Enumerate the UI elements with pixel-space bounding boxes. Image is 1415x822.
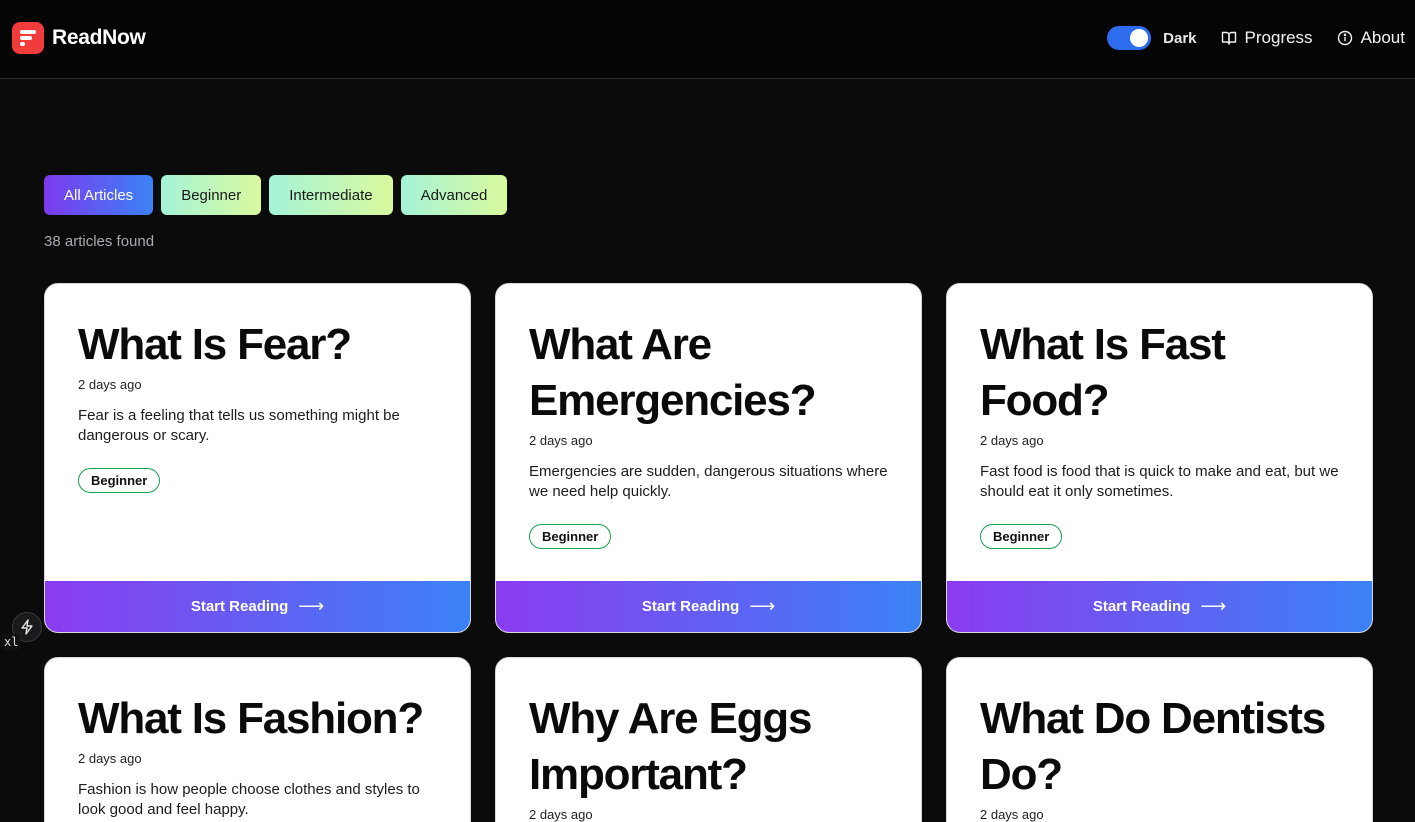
top-nav: Dark Progress About — [1107, 26, 1405, 50]
article-date: 2 days ago — [78, 377, 142, 392]
readnow-logo-icon — [12, 22, 44, 54]
brand[interactable]: ReadNow — [12, 22, 146, 54]
results-count: 38 articles found — [44, 233, 155, 250]
article-card[interactable]: What Is Fast Food? 2 days ago Fast food … — [946, 283, 1373, 633]
arrow-right-icon: ⟶ — [1200, 596, 1227, 616]
arrow-right-icon: ⟶ — [298, 596, 325, 616]
theme-toggle[interactable] — [1107, 26, 1152, 50]
article-card[interactable]: What Do Dentists Do? 2 days ago — [946, 657, 1373, 822]
level-badge: Beginner — [980, 524, 1063, 549]
level-badge: Beginner — [78, 468, 161, 493]
brand-name: ReadNow — [52, 26, 146, 49]
filter-advanced[interactable]: Advanced — [400, 175, 508, 215]
filter-all-articles[interactable]: All Articles — [44, 175, 154, 215]
article-date: 2 days ago — [529, 433, 593, 448]
start-reading-label: Start Reading — [641, 598, 740, 615]
article-date: 2 days ago — [529, 807, 593, 822]
nav-progress-link[interactable]: Progress — [1221, 28, 1313, 48]
filter-beginner[interactable]: Beginner — [161, 175, 262, 215]
start-reading-button[interactable]: Start Reading ⟶ — [45, 581, 470, 632]
article-date: 2 days ago — [78, 751, 142, 766]
lightning-icon — [21, 619, 33, 635]
header: ReadNow Dark Progress About — [0, 0, 1415, 79]
article-description: Emergencies are sudden, dangerous situat… — [529, 463, 888, 500]
article-card[interactable]: What Is Fear? 2 days ago Fear is a feeli… — [44, 283, 471, 633]
start-reading-label: Start Reading — [1092, 598, 1191, 615]
theme-toggle-label: Dark — [1163, 29, 1197, 47]
info-icon — [1337, 30, 1352, 46]
toggle-knob — [1130, 29, 1149, 47]
article-title[interactable]: What Do Dentists Do? — [980, 691, 1340, 803]
article-description: Fear is a feeling that tells us somethin… — [78, 407, 400, 444]
article-card[interactable]: Why Are Eggs Important? 2 days ago — [495, 657, 922, 822]
level-filters: All Articles Beginner Intermediate Advan… — [44, 175, 515, 215]
start-reading-button[interactable]: Start Reading ⟶ — [947, 581, 1372, 632]
article-date: 2 days ago — [980, 433, 1044, 448]
nav-progress-label: Progress — [1244, 28, 1313, 47]
article-date: 2 days ago — [980, 807, 1044, 822]
filter-intermediate[interactable]: Intermediate — [269, 175, 393, 215]
arrow-right-icon: ⟶ — [749, 596, 776, 616]
article-title[interactable]: Why Are Eggs Important? — [529, 691, 889, 803]
article-description: Fast food is food that is quick to make … — [980, 463, 1339, 500]
nav-about-link[interactable]: About — [1337, 28, 1405, 48]
level-badge: Beginner — [529, 524, 612, 549]
article-title[interactable]: What Is Fear? — [78, 317, 438, 373]
start-reading-label: Start Reading — [190, 598, 289, 615]
article-title[interactable]: What Is Fashion? — [78, 691, 438, 747]
breakpoint-indicator: xl — [2, 634, 21, 650]
article-card[interactable]: What Is Fashion? 2 days ago Fashion is h… — [44, 657, 471, 822]
article-card[interactable]: What Are Emergencies? 2 days ago Emergen… — [495, 283, 922, 633]
article-description: Fashion is how people choose clothes and… — [78, 781, 420, 818]
nav-about-label: About — [1360, 28, 1405, 47]
book-open-icon — [1221, 31, 1236, 45]
start-reading-button[interactable]: Start Reading ⟶ — [496, 581, 921, 632]
article-title[interactable]: What Is Fast Food? — [980, 317, 1340, 429]
article-title[interactable]: What Are Emergencies? — [529, 317, 889, 429]
